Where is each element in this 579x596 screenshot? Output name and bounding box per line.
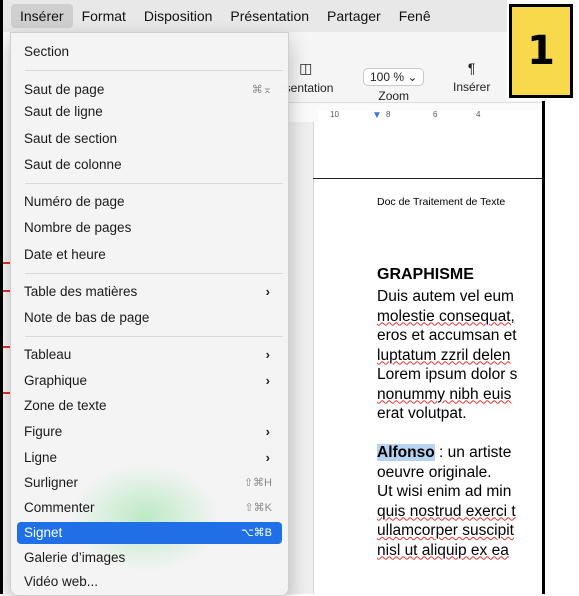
menu-insert[interactable]: Insérer (11, 4, 73, 28)
menu-item-line-break[interactable]: Saut de ligne (17, 101, 282, 123)
menu-item-shortcut: ⇧⌘H (243, 477, 272, 489)
toolbar-insert-label: Insérer (453, 80, 491, 94)
menu-item-label: Ligne (24, 450, 58, 465)
screenshot-frame: Insérer Format Disposition Présentation … (0, 0, 579, 596)
step-number: 1 (527, 28, 555, 74)
menu-separator (25, 273, 283, 274)
menu-item-label: Saut de colonne (24, 157, 122, 172)
menu-item-label: Galerie d’images (24, 550, 126, 565)
menu-item-label: Vidéo web... (24, 574, 99, 589)
frame-border-left (0, 0, 3, 594)
menu-layout[interactable]: Disposition (135, 4, 221, 28)
menu-item-label: Date et heure (24, 247, 106, 262)
menu-item-chart[interactable]: Graphique › (17, 370, 282, 392)
body-line: luptatum zzril delen (377, 346, 511, 364)
toolbar-zoom-label: Zoom (378, 89, 410, 103)
body-line: Ut wisi enim ad min (377, 483, 512, 500)
document-body[interactable]: Duis autem vel eum molestie consequat, e… (377, 287, 543, 560)
menu-item-label: Nombre de pages (24, 220, 132, 235)
menu-item-label: Commenter (24, 500, 95, 515)
step-number-badge: 1 (509, 4, 573, 98)
chevron-right-icon: › (265, 284, 270, 299)
menu-item-text-box[interactable]: Zone de texte (17, 395, 282, 417)
menu-item-label: Zone de texte (24, 398, 107, 413)
body-line: oeuvre originale. (377, 463, 492, 481)
body-line: quis nostrud exerci t (377, 502, 516, 520)
body-line: eros et accumsan et (377, 327, 517, 344)
menu-item-label: Note de bas de page (24, 310, 150, 325)
body-line: erat volutpat. (377, 405, 467, 422)
menu-separator (25, 183, 283, 184)
menu-bar: Insérer Format Disposition Présentation … (3, 0, 543, 32)
toolbar-insert-button[interactable]: ¶ Insérer (453, 60, 490, 94)
menu-item-image-gallery[interactable]: Galerie d’images (17, 547, 282, 569)
menu-view[interactable]: Présentation (221, 4, 318, 28)
chevron-right-icon: › (265, 347, 270, 362)
menu-window[interactable]: Fenê (390, 4, 440, 28)
menu-item-section[interactable]: Section (17, 41, 282, 63)
menu-item-shortcut: ⇧⌘K (244, 502, 272, 514)
body-line: nisl ut aliquip ex ea (377, 541, 509, 559)
menu-item-table[interactable]: Tableau › (17, 344, 282, 366)
header-divider (313, 178, 543, 179)
menu-item-shape[interactable]: Figure › (17, 421, 282, 443)
menu-item-label: Figure (24, 424, 63, 439)
menu-item-label: Saut de ligne (24, 104, 103, 119)
body-line: Duis autem vel eum (377, 288, 514, 305)
menu-item-section-break[interactable]: Saut de section (17, 128, 282, 150)
menu-item-page-count[interactable]: Nombre de pages (17, 217, 282, 239)
menu-item-shortcut: ⌥⌘B (240, 527, 272, 539)
ruler-tick: 6 (433, 110, 438, 119)
body-line: Lorem ipsum dolor s (377, 366, 518, 383)
highlight-rest: : un artiste (434, 444, 512, 461)
menu-item-bookmark[interactable]: Signet ⌥⌘B (17, 522, 282, 544)
ruler-tick: 8 (386, 110, 391, 119)
menu-item-web-video[interactable]: Vidéo web... (17, 571, 282, 593)
menu-separator (25, 70, 283, 71)
body-line: nonummy nibh euis (377, 385, 512, 403)
document-header: Doc de Traitement de Texte (377, 196, 506, 208)
menu-format[interactable]: Format (73, 4, 135, 28)
right-margin (546, 101, 579, 594)
chevron-right-icon: › (265, 450, 270, 465)
menu-item-label: Numéro de page (24, 194, 125, 209)
menu-item-highlight[interactable]: Surligner ⇧⌘H (17, 472, 282, 494)
menu-item-shortcut: ⌘⌅ (251, 84, 272, 96)
ruler-tick: 10 (330, 110, 339, 119)
zoom-select[interactable]: 100 % ⌄ (363, 68, 425, 86)
menu-item-label: Surligner (24, 475, 79, 490)
toolbar: ◫ ésentation 100 % ⌄ Zoom ¶ Insérer (278, 32, 543, 103)
menu-item-page-break[interactable]: Saut de page ⌘⌅ (17, 79, 282, 101)
body-line: ullamcorper suscipit (377, 522, 514, 539)
menu-item-comment[interactable]: Commenter ⇧⌘K (17, 497, 282, 519)
menu-item-label: Signet (24, 525, 63, 540)
menu-share[interactable]: Partager (318, 4, 390, 28)
pilcrow-icon: ¶ (467, 60, 476, 76)
indent-marker-icon[interactable]: ▼ (372, 110, 382, 121)
menu-item-footnote[interactable]: Note de bas de page (17, 307, 282, 329)
menu-item-label: Graphique (24, 373, 88, 388)
document-title: GRAPHISME (377, 266, 474, 283)
menu-item-page-number[interactable]: Numéro de page (17, 191, 282, 213)
chevron-right-icon: › (265, 424, 270, 439)
menu-item-label: Tableau (24, 347, 72, 362)
menu-item-label: Section (24, 44, 70, 59)
menu-item-line[interactable]: Ligne › (17, 447, 282, 469)
body-line: molestie consequat, (377, 307, 515, 325)
chevron-right-icon: › (265, 373, 270, 388)
menu-item-column-break[interactable]: Saut de colonne (17, 154, 282, 176)
insert-dropdown-menu: Section Saut de page ⌘⌅ Saut de ligne Sau… (10, 32, 289, 596)
menu-item-date-time[interactable]: Date et heure (17, 244, 282, 266)
menu-item-label: Table des matières (24, 284, 138, 299)
ruler-tick: 4 (476, 110, 481, 119)
body-line-highlight: Alfonso : un artiste (377, 443, 543, 463)
menu-item-table-of-contents[interactable]: Table des matières › (17, 281, 282, 303)
menu-item-label: Saut de section (24, 131, 118, 146)
toolbar-zoom-control[interactable]: 100 % ⌄ Zoom (363, 68, 425, 103)
bookmark-highlight[interactable]: Alfonso (377, 444, 435, 461)
menu-item-label: Saut de page (24, 82, 105, 97)
menu-separator (25, 336, 283, 337)
